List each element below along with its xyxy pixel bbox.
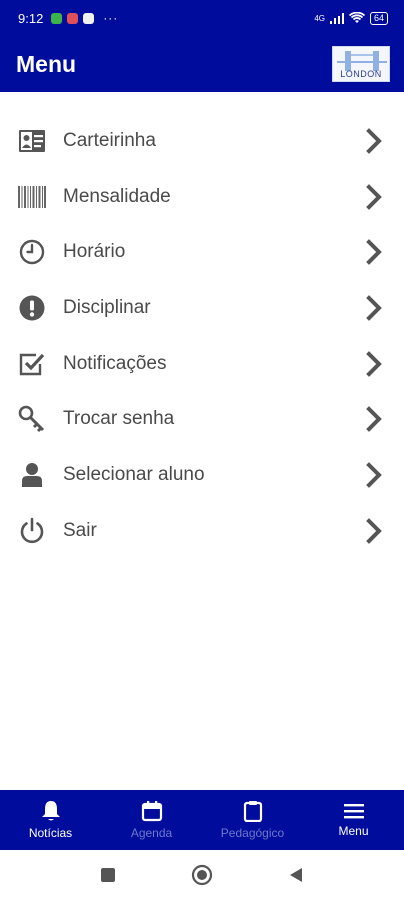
status-bar: 9:12 ··· 4G 64 bbox=[0, 0, 404, 36]
tab-agenda[interactable]: Agenda bbox=[101, 790, 202, 850]
whatsapp-notification-icon bbox=[51, 12, 63, 24]
menu-item-label: Horário bbox=[63, 241, 126, 263]
tower-bridge-icon bbox=[337, 51, 387, 71]
tab-pedagogico[interactable]: Pedagógico bbox=[202, 790, 303, 850]
power-icon bbox=[18, 517, 46, 545]
bell-icon bbox=[41, 801, 60, 821]
status-right: 4G 64 bbox=[314, 11, 388, 25]
id-card-icon bbox=[18, 127, 46, 155]
chevron-right-icon bbox=[362, 294, 386, 322]
calendar-icon bbox=[141, 801, 162, 822]
chevron-right-icon bbox=[362, 183, 386, 211]
clipboard-icon bbox=[243, 801, 262, 822]
chevron-right-icon bbox=[362, 127, 386, 155]
message-notification-icon bbox=[67, 12, 79, 24]
tab-noticias[interactable]: Notícias bbox=[0, 790, 101, 850]
tab-label: Menu bbox=[338, 824, 369, 838]
back-button[interactable] bbox=[284, 863, 308, 887]
chevron-right-icon bbox=[362, 461, 386, 489]
menu-list: Carteirinha Mensalidade Horário Discipli… bbox=[0, 113, 404, 559]
menu-item-notificacoes[interactable]: Notificações bbox=[0, 336, 404, 392]
tab-menu[interactable]: Menu bbox=[303, 790, 404, 850]
menu-item-label: Sair bbox=[63, 519, 97, 541]
chevron-right-icon bbox=[362, 405, 386, 433]
signal-icon bbox=[329, 12, 344, 24]
status-time: 9:12 bbox=[18, 10, 44, 26]
london-logo: LONDON bbox=[332, 46, 390, 82]
square-icon bbox=[101, 868, 115, 882]
key-icon bbox=[18, 405, 46, 433]
user-icon bbox=[18, 461, 46, 489]
menu-item-disciplinar[interactable]: Disciplinar bbox=[0, 280, 404, 336]
logo-text: LONDON bbox=[340, 69, 382, 79]
app-header: Menu LONDON bbox=[0, 36, 404, 92]
menu-item-label: Mensalidade bbox=[63, 185, 171, 207]
app-screen: 9:12 ··· 4G 64 Menu LONDON Carteirinha M… bbox=[0, 0, 404, 900]
bottom-tab-bar: Notícias Agenda Pedagógico Menu bbox=[0, 790, 404, 850]
system-nav-bar bbox=[0, 850, 404, 900]
menu-item-horario[interactable]: Horário bbox=[0, 224, 404, 280]
battery-icon: 64 bbox=[369, 11, 388, 25]
app-notification-icon bbox=[83, 12, 95, 24]
tab-label: Pedagógico bbox=[220, 826, 285, 840]
exclamation-icon bbox=[18, 294, 46, 322]
menu-item-sair[interactable]: Sair bbox=[0, 503, 404, 559]
clock-icon bbox=[18, 238, 46, 266]
menu-item-label: Carteirinha bbox=[63, 129, 156, 151]
menu-item-label: Trocar senha bbox=[63, 408, 175, 430]
menu-item-trocar-senha[interactable]: Trocar senha bbox=[0, 391, 404, 447]
recents-button[interactable] bbox=[96, 863, 120, 887]
tab-label: Agenda bbox=[130, 826, 173, 840]
checkbox-icon bbox=[18, 350, 46, 378]
menu-item-selecionar-aluno[interactable]: Selecionar aluno bbox=[0, 447, 404, 503]
page-title: Menu bbox=[16, 50, 77, 77]
circle-icon bbox=[191, 864, 213, 886]
wifi-icon bbox=[348, 12, 365, 23]
menu-item-label: Notificações bbox=[63, 352, 167, 374]
back-triangle-icon bbox=[290, 868, 302, 882]
barcode-icon bbox=[18, 183, 46, 211]
hamburger-icon bbox=[343, 804, 364, 819]
menu-item-carteirinha[interactable]: Carteirinha bbox=[0, 113, 404, 169]
menu-item-label: Disciplinar bbox=[63, 296, 151, 318]
network-type: 4G bbox=[314, 13, 325, 23]
chevron-right-icon bbox=[362, 350, 386, 378]
chevron-right-icon bbox=[362, 238, 386, 266]
status-left: 9:12 ··· bbox=[18, 11, 118, 26]
menu-item-mensalidade[interactable]: Mensalidade bbox=[0, 169, 404, 225]
home-button[interactable] bbox=[190, 863, 214, 887]
tab-label: Notícias bbox=[28, 826, 73, 840]
menu-item-label: Selecionar aluno bbox=[63, 463, 205, 485]
chevron-right-icon bbox=[362, 517, 386, 545]
more-notifications-icon: ··· bbox=[103, 11, 119, 25]
